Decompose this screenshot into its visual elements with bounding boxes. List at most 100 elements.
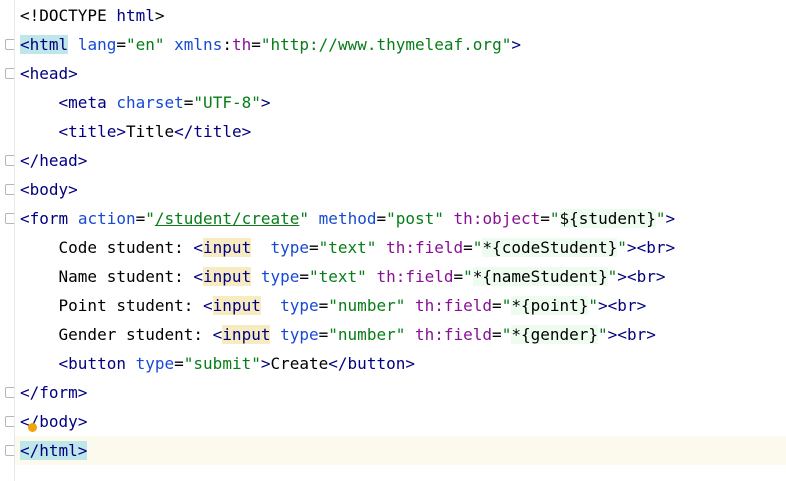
token: < — [193, 238, 204, 257]
doctype-value: html — [116, 6, 155, 25]
attr-value: "number" — [328, 325, 406, 344]
field-label: Name student: — [58, 267, 194, 286]
code-line-11[interactable]: Point student: <input type="number" th:f… — [20, 291, 646, 320]
token: > — [241, 122, 252, 141]
token: < — [20, 35, 30, 54]
body-close-tag: body — [39, 412, 78, 431]
token: = — [183, 93, 194, 112]
token: = — [318, 296, 329, 315]
token: > — [260, 93, 271, 112]
token: > — [154, 6, 165, 25]
attr-type: type — [135, 354, 175, 373]
code-line-5[interactable]: <title>Title</title> — [20, 117, 252, 146]
intention-bulb-icon[interactable] — [28, 423, 37, 432]
attr-th-field: th:field — [414, 296, 493, 315]
code-line-2[interactable]: <html lang="en" xmlns:th="http://www.thy… — [20, 30, 521, 59]
action-path-link[interactable]: /student/create — [155, 209, 300, 228]
html-close-tag: html — [39, 441, 78, 460]
token: " — [617, 238, 627, 257]
code-line-14[interactable]: </form> — [20, 378, 87, 407]
token: " — [501, 325, 512, 344]
code-line-13[interactable]: <button type="submit">Create</button> — [20, 349, 415, 378]
code-line-6[interactable]: </head> — [20, 146, 87, 175]
code-line-10[interactable]: Name student: <input type="text" th:fiel… — [20, 262, 665, 291]
input-tag: input — [203, 238, 252, 257]
br-tag: <br> — [626, 267, 666, 286]
code-line-7[interactable]: <body> — [20, 175, 78, 204]
fold-marker-icon[interactable] — [5, 184, 14, 195]
token: : — [222, 35, 232, 54]
attr-value: "UTF-8" — [193, 93, 261, 112]
fold-marker-icon[interactable] — [5, 39, 14, 50]
token: " — [299, 209, 310, 228]
token: < — [58, 354, 69, 373]
attr-value: "submit" — [183, 354, 261, 373]
button-close-tag: button — [347, 354, 406, 373]
token: > — [68, 64, 78, 83]
thymeleaf-expression: ${student} — [559, 209, 656, 228]
token: > — [77, 441, 88, 460]
code-editor[interactable]: <!DOCTYPE html> <html lang="en" xmlns:th… — [0, 0, 786, 481]
fold-marker-icon[interactable] — [5, 68, 14, 79]
token: = — [540, 209, 550, 228]
field-label: Point student: — [58, 296, 204, 315]
attr-th-field: th:field — [386, 238, 464, 257]
token: > — [77, 383, 88, 402]
code-line-16[interactable]: </html> — [20, 436, 88, 465]
token: < — [20, 64, 30, 83]
code-line-4[interactable]: <meta charset="UTF-8"> — [20, 88, 271, 117]
token: < — [20, 180, 30, 199]
token: > — [68, 180, 78, 199]
head-tag: head — [29, 64, 69, 83]
token: </ — [20, 383, 40, 402]
token: > — [77, 412, 88, 431]
tag-match-highlight: </html> — [20, 441, 88, 460]
token: < — [212, 325, 223, 344]
field-label: Code student: — [58, 238, 194, 257]
fold-marker-icon[interactable] — [5, 445, 14, 456]
head-close-tag: head — [39, 151, 78, 170]
token: " — [463, 267, 473, 286]
attr-value: "en" — [125, 35, 165, 54]
code-line-12[interactable]: Gender student: <input type="number" th:… — [20, 320, 656, 349]
token: " — [588, 296, 599, 315]
token: " — [607, 267, 618, 286]
code-line-9[interactable]: Code student: <input type="text" th:fiel… — [20, 233, 675, 262]
token: < — [20, 209, 30, 228]
attr-value: "text" — [318, 238, 377, 257]
thymeleaf-expression: *{nameStudent} — [472, 267, 608, 286]
token: </ — [20, 151, 40, 170]
fold-marker-icon[interactable] — [5, 387, 14, 398]
code-line-8[interactable]: <form action="/student/create" method="p… — [20, 204, 675, 233]
form-tag: form — [29, 209, 69, 228]
thymeleaf-url: "http://www.thymeleaf.org" — [260, 35, 512, 54]
token: </ — [174, 122, 194, 141]
token: < — [58, 93, 69, 112]
fold-marker-icon[interactable] — [5, 155, 14, 166]
input-tag: input — [212, 296, 261, 315]
token: = — [299, 267, 310, 286]
code-line-3[interactable]: <head> — [20, 59, 78, 88]
token: </ — [328, 354, 348, 373]
attr-value: "number" — [328, 296, 406, 315]
thymeleaf-expression: *{gender} — [511, 325, 599, 344]
token: = — [453, 267, 464, 286]
code-line-1[interactable]: <!DOCTYPE html> — [20, 1, 165, 30]
token: = — [116, 35, 126, 54]
fold-marker-icon[interactable] — [5, 416, 14, 427]
attr-xmlns: xmlns — [174, 35, 223, 54]
fold-marker-icon[interactable] — [5, 213, 14, 224]
token: = — [376, 209, 387, 228]
token: = — [309, 238, 319, 257]
token: > — [598, 296, 608, 315]
thymeleaf-expression: *{codeStudent} — [482, 238, 618, 257]
token: < — [193, 267, 204, 286]
